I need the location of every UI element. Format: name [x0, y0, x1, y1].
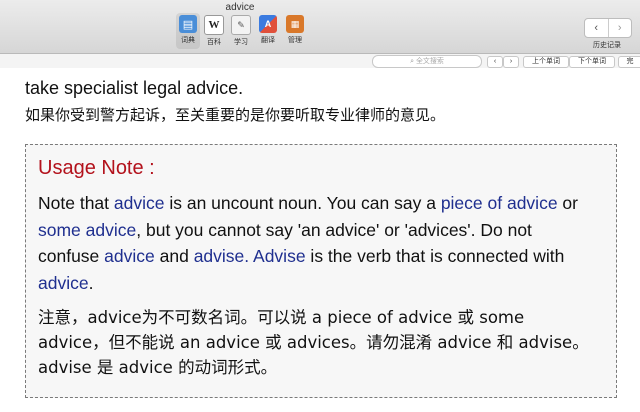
- tool-learning[interactable]: ✎ 学习: [230, 15, 252, 47]
- wikipedia-icon: W: [204, 15, 224, 35]
- forward-button[interactable]: ›: [609, 19, 632, 37]
- usage-note-box: Usage Note : Note that advice is an unco…: [25, 144, 617, 398]
- search-prev-button[interactable]: ‹: [487, 56, 503, 68]
- word-link-some-advice[interactable]: some advice: [38, 220, 136, 240]
- word-link-advice[interactable]: advice: [104, 246, 155, 266]
- tool-dictionary-label: 词典: [181, 37, 195, 44]
- tool-translate-label: 翻译: [261, 37, 275, 44]
- search-row: ⌕ 全文搜索 ‹ › 上个单词 下个单词 完: [0, 54, 640, 68]
- tool-learning-label: 学习: [234, 39, 248, 46]
- translate-icon: A: [259, 15, 277, 33]
- word-link-advice[interactable]: advice: [38, 273, 89, 293]
- history-nav: ‹ ›: [584, 18, 632, 38]
- usage-note-en: Note that advice is an uncount noun. You…: [38, 190, 598, 296]
- usage-note-zh: 注意，advice为不可数名词。可以说 a piece of advice 或 …: [38, 308, 589, 377]
- usage-note-title: Usage Note :: [38, 157, 155, 179]
- search-next-button[interactable]: ›: [503, 56, 519, 68]
- back-button[interactable]: ‹: [585, 19, 609, 37]
- example-sentence-en: take specialist legal advice.: [25, 78, 244, 98]
- example-sentence-zh: 如果你受到警方起诉，至关重要的是你要听取专业律师的意见。: [25, 106, 446, 124]
- tool-translate[interactable]: A 翻译: [257, 15, 279, 45]
- next-word-button[interactable]: 下个单词: [569, 56, 615, 68]
- note-text: is the verb that is connected with: [305, 246, 565, 266]
- word-link-advise[interactable]: advise. Advise: [194, 246, 306, 266]
- note-text: is an uncount noun. You can say a: [164, 193, 441, 213]
- window-title: advice: [225, 2, 255, 13]
- note-text: .: [88, 272, 94, 293]
- learning-icon: ✎: [231, 15, 251, 35]
- search-placeholder: 全文搜索: [415, 58, 444, 65]
- tool-wikipedia-label: 百科: [207, 39, 221, 46]
- note-text: or: [557, 193, 578, 213]
- history-label: 历史记录: [593, 42, 621, 49]
- manage-icon: ▦: [286, 15, 304, 33]
- word-link-piece-of-advice[interactable]: piece of advice: [441, 193, 558, 213]
- note-text: Note that: [38, 193, 114, 213]
- tool-dictionary[interactable]: ▤ 词典: [176, 13, 200, 49]
- entry-content: take specialist legal advice. 如果你受到警方起诉，…: [0, 68, 640, 412]
- extra-button[interactable]: 完: [618, 56, 640, 68]
- note-text: and: [154, 246, 194, 266]
- word-link-advice[interactable]: advice: [114, 193, 165, 213]
- tool-manage[interactable]: ▦ 管理: [284, 15, 306, 45]
- tool-manage-label: 管理: [288, 37, 302, 44]
- tool-wikipedia[interactable]: W 百科: [203, 15, 225, 47]
- prev-word-button[interactable]: 上个单词: [523, 56, 569, 68]
- toolbar: advice ▤ 词典 W 百科 ✎ 学习 A 翻译 ▦ 管理 ‹ › 历史记录: [0, 0, 640, 54]
- dictionary-icon: ▤: [179, 15, 197, 33]
- fulltext-search-input[interactable]: ⌕ 全文搜索: [372, 55, 482, 68]
